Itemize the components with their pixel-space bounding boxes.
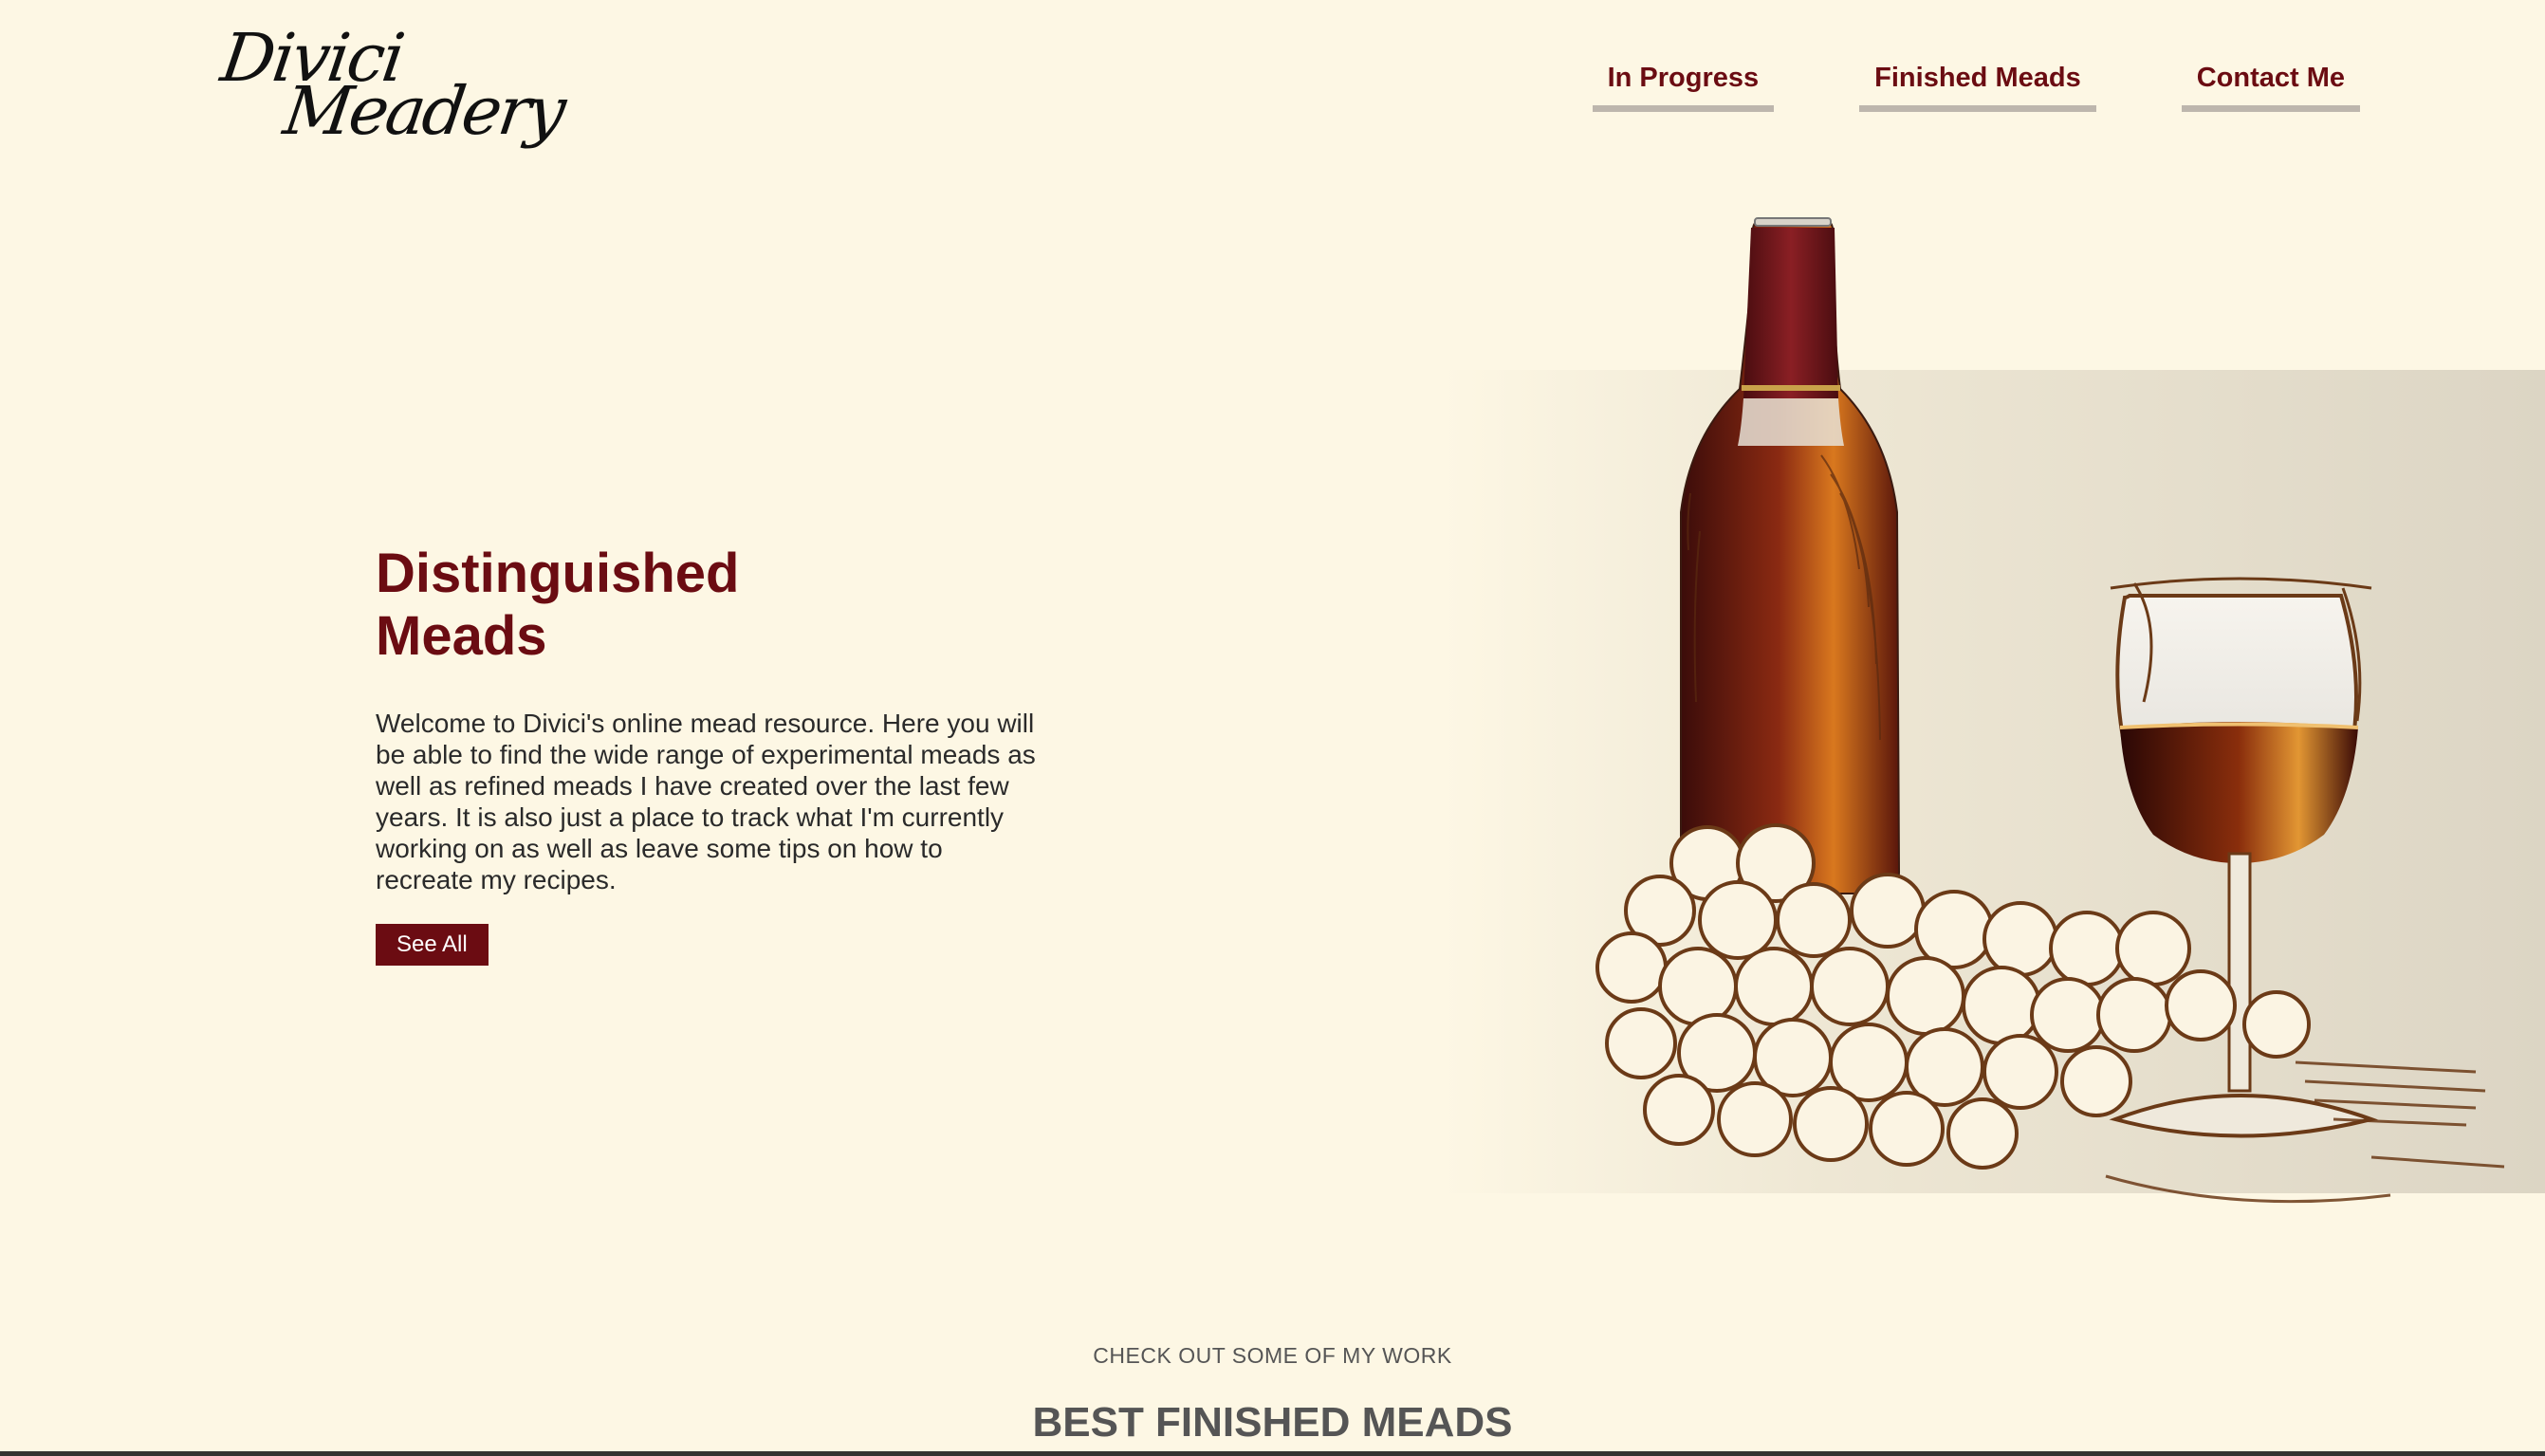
- hero-title: Distinguished Meads: [376, 543, 740, 667]
- logo[interactable]: Divici Meadery: [216, 19, 568, 161]
- hero-illustration: [1442, 217, 2545, 1204]
- bottle-graphic: [1680, 217, 1901, 894]
- nav-link-in-progress[interactable]: In Progress: [1592, 57, 1775, 112]
- hero-section: Distinguished Meads Welcome to Divici's …: [376, 543, 1040, 966]
- page: Divici Meadery In Progress Finished Mead…: [0, 0, 2545, 1456]
- nav-link-finished-meads[interactable]: Finished Meads: [1859, 57, 2096, 112]
- section-subheading: CHECK OUT SOME OF MY WORK: [1093, 1343, 1452, 1368]
- bottom-divider: [0, 1451, 2545, 1456]
- hero-description: Welcome to Divici's online mead resource…: [376, 709, 1036, 894]
- main-nav: In Progress Finished Meads Contact Me: [1592, 57, 2360, 112]
- nav-link-contact-me[interactable]: Contact Me: [2181, 57, 2360, 112]
- see-all-button[interactable]: See All: [376, 924, 489, 966]
- section-title: BEST FINISHED MEADS: [1032, 1399, 1513, 1446]
- logo-line-2: Meadery: [279, 72, 568, 150]
